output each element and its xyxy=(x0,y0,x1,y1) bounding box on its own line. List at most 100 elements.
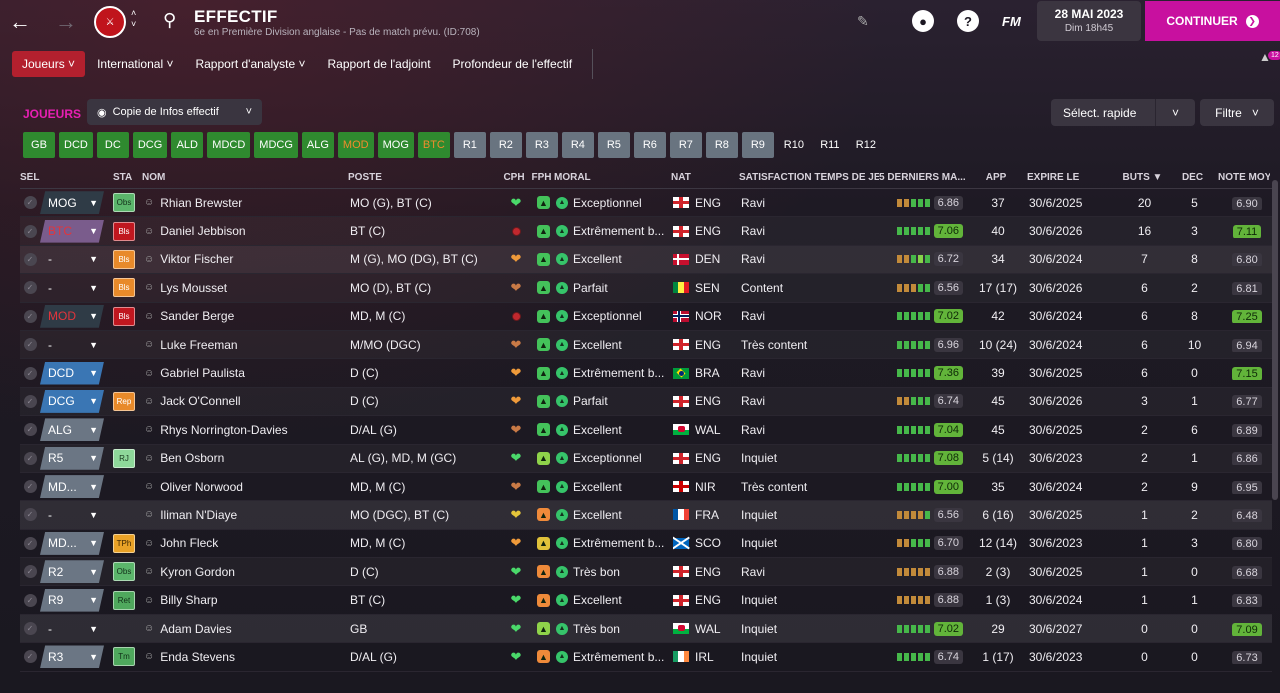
player-name[interactable]: Ben Osborn xyxy=(160,451,224,465)
col-sta[interactable]: STA xyxy=(110,172,142,183)
position-button-r8[interactable]: R8 xyxy=(705,132,738,158)
player-name-cell[interactable]: ☺ Adam Davies xyxy=(144,622,350,636)
position-button-alg[interactable]: ALG xyxy=(301,132,334,158)
player-name[interactable]: Sander Berge xyxy=(160,309,234,323)
col-dec[interactable]: DÉC xyxy=(1167,172,1218,183)
position-button-r11[interactable]: R11 xyxy=(814,132,846,158)
player-name[interactable]: Luke Freeman xyxy=(160,338,237,352)
position-button-mdcd[interactable]: MDCD xyxy=(207,132,251,158)
table-row[interactable]: ✓ - ▼ ☺ Luke Freeman M/MO (DGC) ❤ ▲ ▲ Excellent EN… xyxy=(20,331,1272,360)
player-name-cell[interactable]: ☺ Daniel Jebbison xyxy=(144,224,350,238)
fm-logo[interactable]: FM xyxy=(1002,14,1021,29)
position-selector[interactable]: DCG ▼ xyxy=(40,389,104,413)
player-name[interactable]: Viktor Fischer xyxy=(160,252,233,266)
table-row[interactable]: ✓ MD... ▼ TPh ☺ John Fleck MD, M (C) ❤ ▲ ▲ Extrême… xyxy=(20,530,1272,559)
position-selector[interactable]: - ▼ xyxy=(40,248,104,271)
player-name-cell[interactable]: ☺ Enda Stevens xyxy=(144,650,350,664)
table-row[interactable]: ✓ MD... ▼ ☺ Oliver Norwood MD, M (C) ❤ ▲ ▲ Excell… xyxy=(20,473,1272,502)
select-cell[interactable]: ✓ xyxy=(20,451,40,465)
player-name-cell[interactable]: ☺ Iliman N'Diaye xyxy=(144,508,350,522)
select-cell[interactable]: ✓ xyxy=(20,565,40,579)
position-button-dc[interactable]: DC xyxy=(96,132,129,158)
select-check-icon[interactable]: ✓ xyxy=(23,593,37,607)
position-button-r3[interactable]: R3 xyxy=(525,132,558,158)
position-selector[interactable]: - ▼ xyxy=(40,333,104,356)
position-selector[interactable]: R9 ▼ xyxy=(40,588,104,612)
position-selector[interactable]: MD... ▼ xyxy=(40,531,104,555)
position-selector[interactable]: MOG ▼ xyxy=(40,191,104,215)
player-name-cell[interactable]: ☺ Oliver Norwood xyxy=(144,480,350,494)
position-button-dcg[interactable]: DCG xyxy=(132,132,168,158)
col-note-moy[interactable]: NOTE MOY xyxy=(1218,172,1270,183)
select-cell[interactable]: ✓ xyxy=(20,309,40,323)
table-row[interactable]: ✓ - ▼ ☺ Iliman N'Diaye MO (DGC), BT (C) ❤ ▲ ▲ Exc… xyxy=(20,501,1272,530)
menu-profondeur-effectif[interactable]: Profondeur de l'effectif xyxy=(443,51,582,77)
table-row[interactable]: ✓ R5 ▼ RJ ☺ Ben Osborn AL (G), MD, M (GC) ❤ ▲ ▲ Ex… xyxy=(20,445,1272,473)
select-check-icon[interactable]: ✓ xyxy=(23,536,37,550)
select-cell[interactable]: ✓ xyxy=(20,480,40,494)
select-cell[interactable]: ✓ xyxy=(20,650,40,664)
player-name[interactable]: Oliver Norwood xyxy=(160,480,243,494)
table-row[interactable]: ✓ - ▼ Bls ☺ Viktor Fischer M (G), MO (DG), BT … xyxy=(20,245,1272,275)
player-name-cell[interactable]: ☺ Billy Sharp xyxy=(144,593,350,607)
position-selector[interactable]: - ▼ xyxy=(40,617,104,640)
select-check-icon[interactable]: ✓ xyxy=(23,224,37,238)
col-nat[interactable]: NAT xyxy=(671,172,739,183)
position-button-btc[interactable]: BTC xyxy=(417,132,450,158)
position-button-mod[interactable]: MOD xyxy=(337,132,374,158)
position-selector[interactable]: MOD ▼ xyxy=(40,304,104,328)
select-cell[interactable]: ✓ xyxy=(20,281,40,295)
menu-rapport-adjoint[interactable]: Rapport de l'adjoint xyxy=(318,51,441,77)
select-cell[interactable]: ✓ xyxy=(20,508,40,522)
status-badge[interactable]: RJ xyxy=(113,448,135,468)
position-button-r12[interactable]: R12 xyxy=(850,132,882,158)
select-check-icon[interactable]: ✓ xyxy=(23,252,37,266)
select-check-icon[interactable]: ✓ xyxy=(23,480,37,494)
status-badge[interactable]: Rep xyxy=(113,391,135,411)
status-badge[interactable]: Bls xyxy=(113,306,135,326)
col-nom[interactable]: NOM xyxy=(142,172,348,183)
position-button-r1[interactable]: R1 xyxy=(453,132,486,158)
position-button-r2[interactable]: R2 xyxy=(489,132,522,158)
select-cell[interactable]: ✓ xyxy=(20,593,40,607)
scrollbar[interactable] xyxy=(1272,180,1278,500)
menu-rapport-analyste[interactable]: Rapport d'analyste ˅ xyxy=(185,51,315,77)
player-name[interactable]: Jack O'Connell xyxy=(160,394,240,408)
player-name[interactable]: Enda Stevens xyxy=(160,650,235,664)
position-selector[interactable]: BTC ▼ xyxy=(40,219,104,243)
col-satisfaction[interactable]: SATISFACTION TEMPS DE JEU xyxy=(739,172,879,183)
table-row[interactable]: ✓ MOG ▼ Obs ☺ Rhian Brewster MO (G), BT (C) ❤ ▲ ▲… xyxy=(20,189,1272,218)
position-button-r10[interactable]: R10 xyxy=(778,132,810,158)
position-selector[interactable]: ALG ▼ xyxy=(40,418,104,442)
player-name[interactable]: Adam Davies xyxy=(160,622,231,636)
player-name-cell[interactable]: ☺ Gabriel Paulista xyxy=(144,366,350,380)
col-buts[interactable]: BUTS ▼ xyxy=(1118,172,1167,183)
player-name-cell[interactable]: ☺ Sander Berge xyxy=(144,309,350,323)
select-check-icon[interactable]: ✓ xyxy=(23,309,37,323)
col-cph[interactable]: CPH xyxy=(499,172,529,183)
table-row[interactable]: ✓ MOD ▼ Bls ☺ Sander Berge MD, M (C) ▲ ▲ Exceptio… xyxy=(20,303,1272,331)
table-row[interactable]: ✓ R3 ▼ Tm ☺ Enda Stevens D/AL (G) ❤ ▲ ▲ Extrêmemen… xyxy=(20,643,1272,672)
player-name[interactable]: John Fleck xyxy=(160,536,218,550)
back-arrow-icon[interactable]: ← xyxy=(0,0,40,44)
status-badge[interactable]: Bls xyxy=(113,278,135,298)
position-selector[interactable]: MD... ▼ xyxy=(40,475,104,499)
position-selector[interactable]: - ▼ xyxy=(40,276,104,299)
select-check-icon[interactable]: ✓ xyxy=(23,451,37,465)
select-check-icon[interactable]: ✓ xyxy=(23,565,37,579)
status-badge[interactable]: TPh xyxy=(113,533,135,553)
col-expire[interactable]: EXPIRE LE xyxy=(1027,172,1118,183)
select-check-icon[interactable]: ✓ xyxy=(23,508,37,522)
search-icon[interactable]: ⚲ xyxy=(163,10,176,31)
col-poste[interactable]: POSTE xyxy=(348,172,499,183)
position-selector[interactable]: R3 ▼ xyxy=(40,645,104,669)
player-name-cell[interactable]: ☺ Viktor Fischer xyxy=(144,252,350,266)
menu-joueurs[interactable]: Joueurs ˅ xyxy=(12,51,86,77)
date-display[interactable]: 28 MAI 2023 Dim 18h45 xyxy=(1037,1,1141,41)
table-row[interactable]: ✓ R2 ▼ Obs ☺ Kyron Gordon D (C) ❤ ▲ ▲ Très bon ENG R… xyxy=(20,558,1272,587)
player-name[interactable]: Rhys Norrington-Davies xyxy=(160,423,287,437)
position-button-mog[interactable]: MOG xyxy=(377,132,414,158)
continue-button[interactable]: CONTINUER ❯ xyxy=(1145,1,1280,41)
select-cell[interactable]: ✓ xyxy=(20,536,40,550)
position-button-ald[interactable]: ALD xyxy=(171,132,204,158)
